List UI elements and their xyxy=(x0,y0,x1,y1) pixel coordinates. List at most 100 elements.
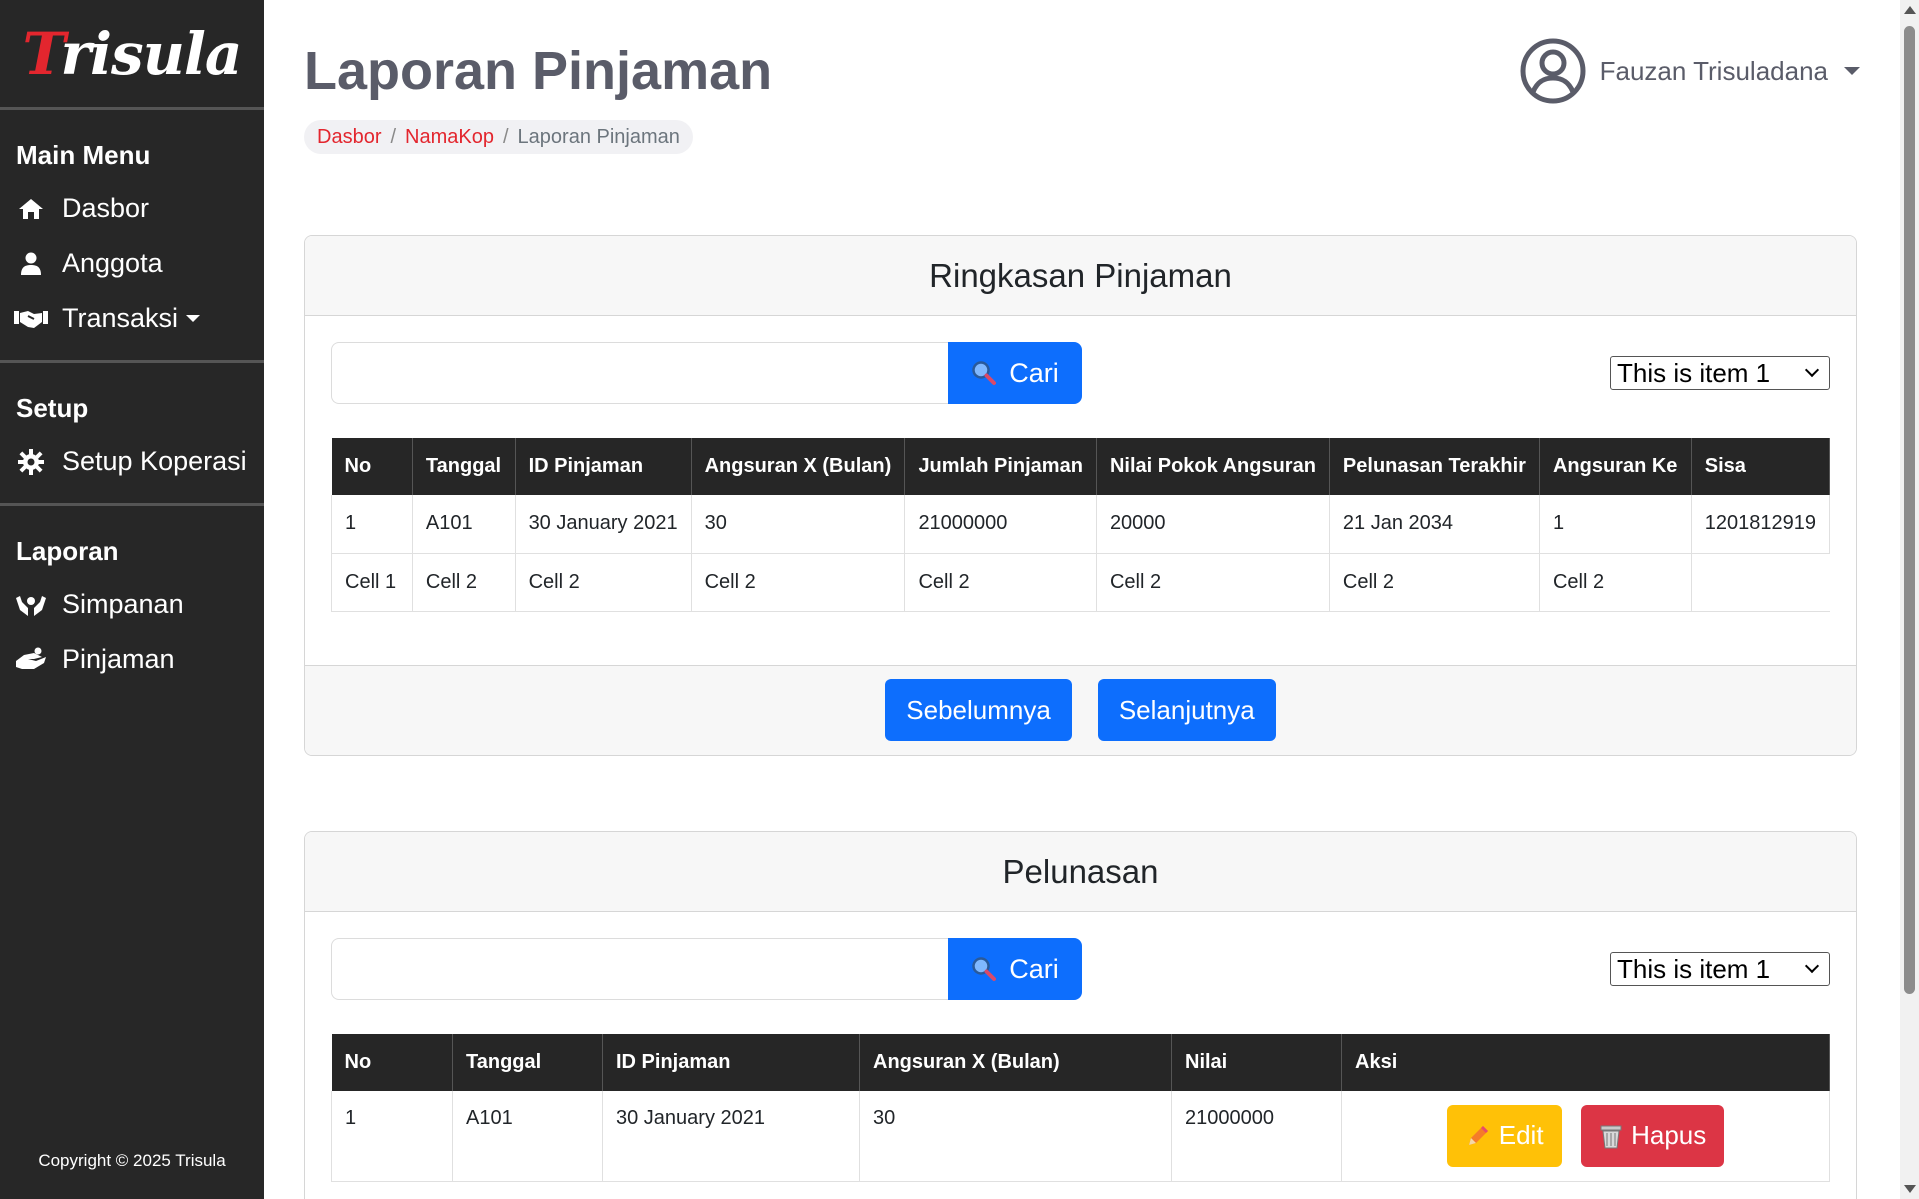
gear-icon xyxy=(14,448,48,476)
payoff-search-input[interactable] xyxy=(331,938,948,1000)
column-header: Nilai Pokok Angsuran xyxy=(1096,438,1330,495)
actions-cell: Edit Hapus xyxy=(1341,1091,1830,1182)
sidebar-item-anggota[interactable]: Anggota xyxy=(0,236,264,291)
table-cell: 1 xyxy=(331,1091,453,1182)
sidebar-item-pinjaman[interactable]: Pinjaman xyxy=(0,632,264,687)
edit-button-label: Edit xyxy=(1498,1120,1544,1151)
payoff-select-value: This is item 1 xyxy=(1617,953,1771,984)
column-header: ID Pinjaman xyxy=(602,1034,860,1091)
table-cell: 20000 xyxy=(1096,495,1330,554)
user-menu[interactable]: Fauzan Trisuladana xyxy=(1520,38,1860,104)
sidebar-item-label: Setup Koperasi xyxy=(62,446,247,476)
summary-card-title: Ringkasan Pinjaman xyxy=(305,236,1856,316)
table-cell: Cell 1 xyxy=(331,553,413,612)
user-name: Fauzan Trisuladana xyxy=(1599,55,1828,86)
payoff-card-body: Cari This is item 1 No Tanggal ID Pinjam… xyxy=(305,912,1856,1182)
column-header: Jumlah Pinjaman xyxy=(904,438,1097,495)
table-cell: 30 xyxy=(691,495,906,554)
table-row[interactable]: Cell 1 Cell 2 Cell 2 Cell 2 Cell 2 Cell … xyxy=(331,553,1830,612)
sidebar-item-label: Simpanan xyxy=(62,589,184,619)
table-cell: 1 xyxy=(331,495,413,554)
delete-button[interactable]: Hapus xyxy=(1581,1104,1725,1167)
table-cell: 21 Jan 2034 xyxy=(1329,495,1540,554)
brand-logo-rest: risula xyxy=(60,19,242,88)
user-avatar-icon xyxy=(1520,38,1586,104)
scroll-up-icon[interactable] xyxy=(1904,6,1916,14)
menu-heading-setup: Setup xyxy=(16,393,89,423)
chevron-down-icon xyxy=(1844,67,1860,75)
breadcrumb-separator: / xyxy=(502,125,509,148)
payoff-card: Pelunasan Cari This is item 1 No Tanggal… xyxy=(304,831,1857,1199)
sidebar-item-dasbor[interactable]: Dasbor xyxy=(0,181,264,236)
breadcrumb-link-namakop[interactable]: NamaKop xyxy=(405,126,494,149)
scrollbar-thumb[interactable] xyxy=(1904,26,1915,994)
summary-search-button-label: Cari xyxy=(1009,357,1059,388)
table-cell: Cell 2 xyxy=(515,553,692,612)
brand-logo-initial: T xyxy=(22,19,62,88)
trash-icon xyxy=(1599,1123,1623,1149)
table-cell: 30 xyxy=(859,1091,1172,1182)
scroll-down-icon[interactable] xyxy=(1904,1185,1916,1193)
column-header: Tanggal xyxy=(412,438,516,495)
copyright: Copyright © 2025 Trisula xyxy=(38,1151,226,1170)
payoff-card-title: Pelunasan xyxy=(305,832,1856,912)
table-header-row: No Tanggal ID Pinjaman Angsuran X (Bulan… xyxy=(331,438,1831,495)
user-icon xyxy=(14,250,48,278)
sidebar-item-simpanan[interactable]: Simpanan xyxy=(0,577,264,632)
column-header: No xyxy=(331,438,413,495)
table-cell: Cell 2 xyxy=(412,553,516,612)
brand[interactable]: Trisula xyxy=(0,0,264,110)
breadcrumb-link-dasbor[interactable]: Dasbor xyxy=(317,126,381,149)
prev-page-button[interactable]: Sebelumnya xyxy=(885,679,1072,741)
table-header-row: No Tanggal ID Pinjaman Angsuran X (Bulan… xyxy=(331,1034,1830,1091)
column-header: Sisa xyxy=(1691,438,1831,495)
sidebar-item-transaksi[interactable]: Transaksi xyxy=(0,291,264,346)
summary-search-input[interactable] xyxy=(331,342,948,404)
sidebar-item-label: Dasbor xyxy=(62,193,150,223)
breadcrumb-separator: / xyxy=(390,125,397,148)
chevron-down-icon xyxy=(186,315,201,322)
table-cell: Cell 2 xyxy=(691,553,906,612)
table-row[interactable]: 1 A101 30 January 2021 30 21000000 20000… xyxy=(331,495,1831,554)
pencil-icon xyxy=(1465,1123,1491,1149)
brand-logo[interactable]: Trisula xyxy=(22,19,243,88)
breadcrumb-current: Laporan Pinjaman xyxy=(517,125,680,148)
table-cell: 21000000 xyxy=(904,495,1097,554)
page-title: Laporan Pinjaman xyxy=(304,41,773,101)
chevron-down-icon xyxy=(1804,362,1820,378)
table-cell: Cell 2 xyxy=(1539,553,1692,612)
next-page-button[interactable]: Selanjutnya xyxy=(1097,679,1276,741)
column-header: Aksi xyxy=(1341,1034,1830,1091)
search-icon xyxy=(971,956,997,982)
delete-button-label: Hapus xyxy=(1631,1120,1707,1151)
handshake-icon xyxy=(14,305,48,333)
summary-search-button[interactable]: Cari xyxy=(948,342,1082,404)
table-cell: Cell 2 xyxy=(1329,553,1540,612)
vertical-scrollbar[interactable] xyxy=(1900,0,1919,1199)
table-cell: Cell 2 xyxy=(904,553,1097,612)
sidebar-item-label: Anggota xyxy=(62,248,163,278)
column-header: Pelunasan Terakhir xyxy=(1329,438,1540,495)
payoff-search-button[interactable]: Cari xyxy=(948,938,1082,1000)
table-cell: 30 January 2021 xyxy=(602,1091,860,1182)
table-cell: Cell 2 xyxy=(1096,553,1330,612)
chevron-down-icon xyxy=(1804,958,1820,974)
table-cell: 21000000 xyxy=(1171,1091,1342,1182)
table-cell: A101 xyxy=(412,495,516,554)
hands-icon xyxy=(14,591,48,619)
menu-heading-laporan: Laporan xyxy=(16,536,119,566)
payoff-select[interactable]: This is item 1 xyxy=(1610,952,1830,986)
menu-heading-main: Main Menu xyxy=(16,140,151,170)
payoff-search-button-label: Cari xyxy=(1009,953,1059,984)
summary-select[interactable]: This is item 1 xyxy=(1610,356,1830,390)
column-header: ID Pinjaman xyxy=(515,438,692,495)
edit-button[interactable]: Edit xyxy=(1446,1104,1562,1167)
summary-card-body: Cari This is item 1 No Tanggal ID Pinjam… xyxy=(305,316,1856,612)
sidebar-item-setup-koperasi[interactable]: Setup Koperasi xyxy=(0,434,264,489)
sidebar-item-label: Transaksi xyxy=(62,303,179,333)
search-icon xyxy=(971,360,997,386)
menu-section-main: Main Menu Dasbor Anggota Transaksi xyxy=(0,110,264,363)
column-header: Nilai xyxy=(1171,1034,1342,1091)
breadcrumb: Dasbor / NamaKop / Laporan Pinjaman xyxy=(304,120,693,154)
table-row[interactable]: 1 A101 30 January 2021 30 21000000 Edit xyxy=(331,1091,1830,1182)
